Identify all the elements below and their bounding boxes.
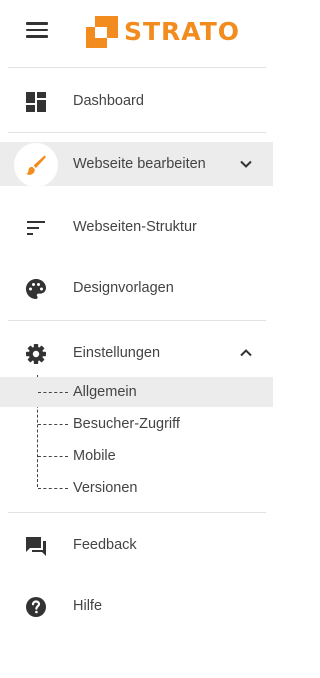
subnav-item-label: Versionen: [73, 480, 138, 496]
nav-item-label: Webseite bearbeiten: [73, 156, 206, 172]
strato-logo-mark-icon: [86, 16, 118, 48]
divider: [8, 320, 266, 321]
subnav-item-label: Mobile: [73, 448, 116, 464]
nav-item-label: Hilfe: [73, 598, 103, 614]
chevron-down-icon[interactable]: [238, 156, 254, 172]
nav-item-label: Einstellungen: [73, 345, 161, 361]
subnav-item-versions[interactable]: Versionen: [0, 473, 273, 503]
subnav-item-label: Allgemein: [73, 384, 137, 400]
brush-icon: [26, 155, 46, 175]
nav-item-label: Designvorlagen: [73, 280, 174, 296]
nav-item-templates[interactable]: Designvorlagen: [0, 266, 273, 310]
nav-item-settings[interactable]: Einstellungen: [0, 331, 273, 375]
tree-connector: [38, 392, 68, 393]
subnav-item-label: Besucher-Zugriff: [73, 416, 180, 432]
gear-icon: [26, 344, 46, 364]
help-icon: [26, 597, 46, 617]
divider: [8, 512, 266, 513]
divider: [8, 67, 266, 68]
chevron-up-icon[interactable]: [238, 345, 254, 361]
subnav-item-mobile[interactable]: Mobile: [0, 441, 273, 471]
tree-connector: [38, 488, 68, 489]
dashboard-icon: [26, 92, 46, 112]
nav-item-label: Dashboard: [73, 93, 144, 109]
nav-item-label: Feedback: [73, 537, 137, 553]
menu-icon[interactable]: [26, 22, 48, 38]
nav-item-edit-site[interactable]: Webseite bearbeiten: [0, 142, 273, 187]
tree-connector: [38, 424, 68, 425]
sort-lines-icon: [27, 221, 45, 235]
subnav-item-general[interactable]: Allgemein: [0, 377, 273, 407]
divider: [8, 132, 266, 133]
nav-item-help[interactable]: Hilfe: [0, 584, 273, 628]
nav-item-label: Webseiten-Struktur: [73, 219, 197, 235]
brand-name: STRATO: [124, 17, 241, 46]
palette-icon: [26, 279, 46, 299]
top-bar: STRATO: [0, 0, 273, 66]
subnav-item-visitor-access[interactable]: Besucher-Zugriff: [0, 409, 273, 439]
feedback-icon: [26, 537, 46, 556]
nav-item-feedback[interactable]: Feedback: [0, 523, 273, 567]
tree-connector: [38, 456, 68, 457]
strato-logo[interactable]: STRATO: [84, 14, 240, 50]
nav-item-dashboard[interactable]: Dashboard: [0, 79, 273, 123]
nav-item-structure[interactable]: Webseiten-Struktur: [0, 205, 273, 249]
